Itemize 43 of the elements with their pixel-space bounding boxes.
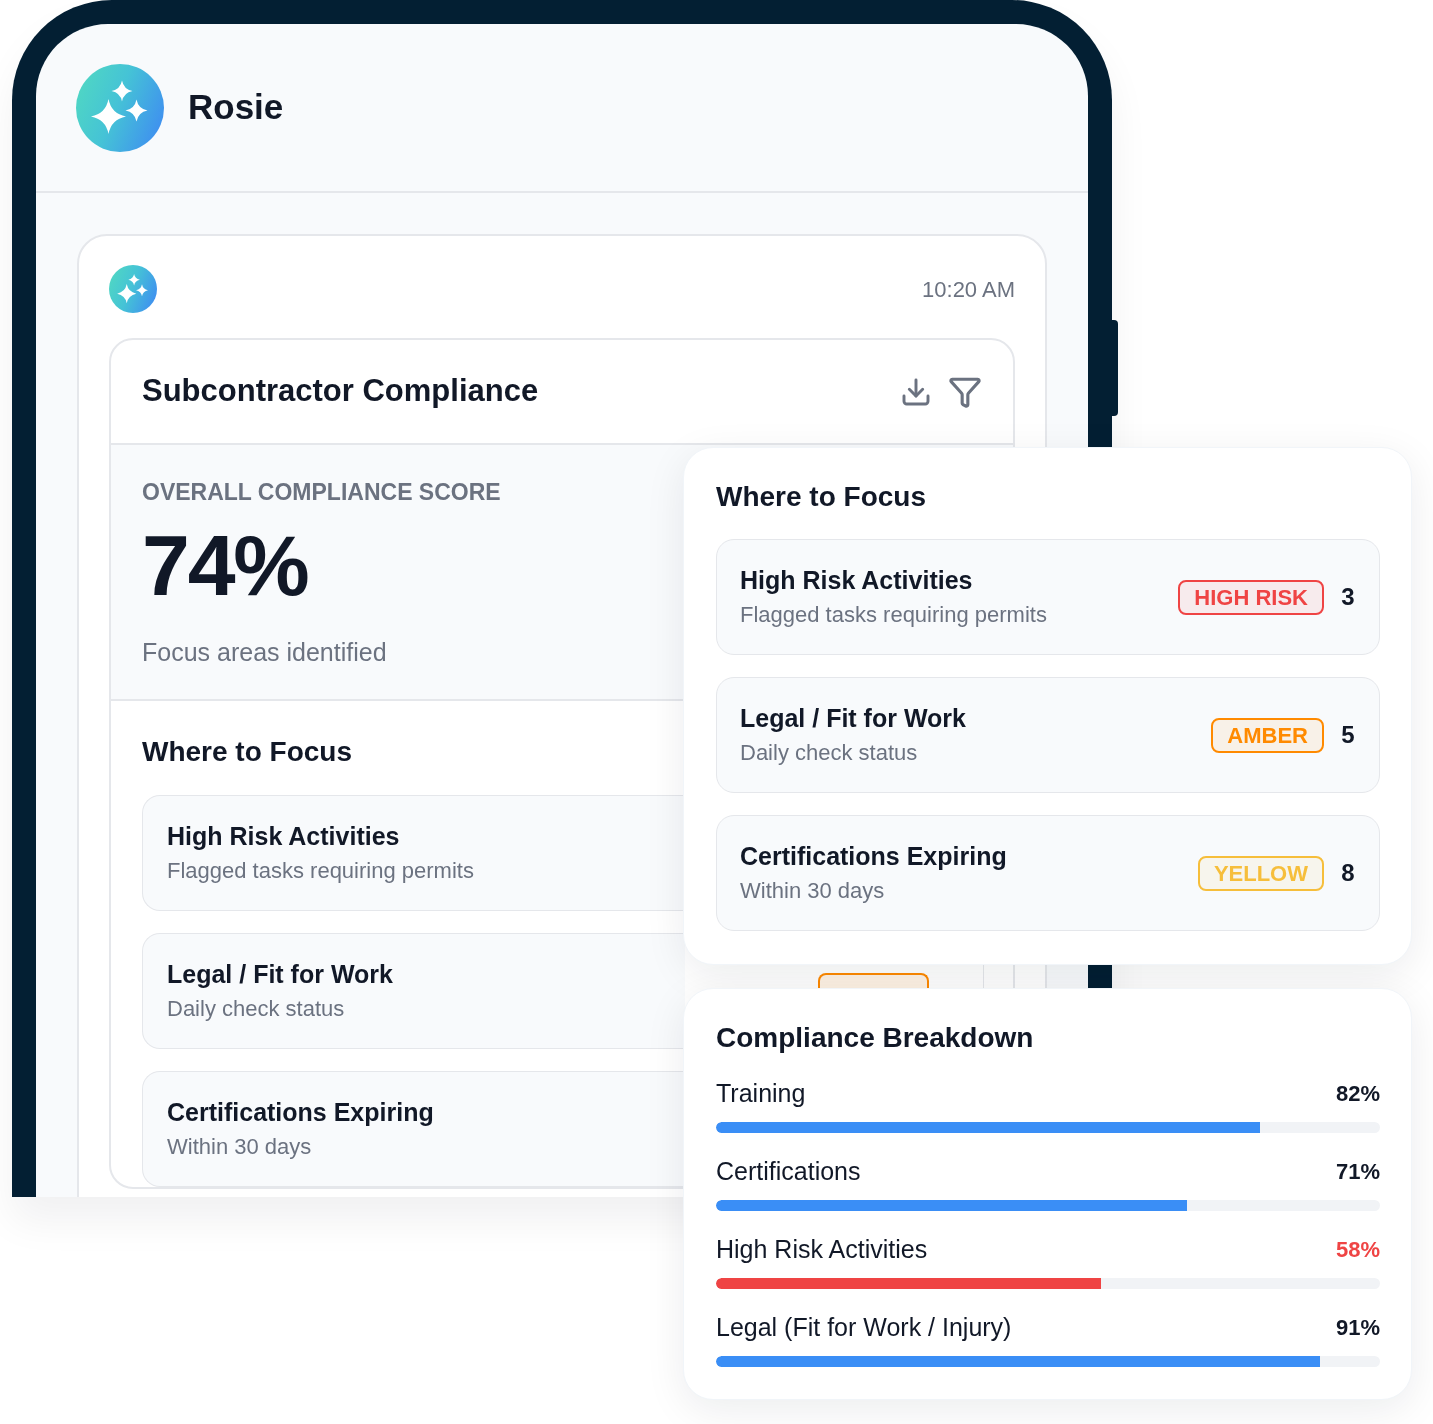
section-heading: Compliance Breakdown xyxy=(716,1021,1034,1055)
focus-item-subtitle: Flagged tasks requiring permits xyxy=(740,601,1047,629)
focus-item-subtitle: Within 30 days xyxy=(167,1133,312,1161)
focus-item-subtitle: Daily check status xyxy=(740,739,918,767)
focus-item-title: Legal / Fit for Work xyxy=(167,959,393,989)
focus-count: 8 xyxy=(1341,858,1355,888)
focus-count: 3 xyxy=(1341,582,1355,612)
breakdown-value: 71% xyxy=(1335,1157,1380,1186)
focus-item-subtitle: Within 30 days xyxy=(740,877,885,905)
status-badge: YELLOW xyxy=(1197,855,1324,891)
breakdown-value: 91% xyxy=(1335,1313,1380,1342)
focus-item-subtitle: Flagged tasks requiring permits xyxy=(167,857,474,885)
focus-item-title: High Risk Activities xyxy=(740,565,973,595)
sparkles-avatar-icon xyxy=(109,265,157,313)
section-heading: Where to Focus xyxy=(142,736,352,768)
breakdown-label: High Risk Activities xyxy=(716,1234,928,1265)
breakdown-label: Training xyxy=(716,1078,806,1109)
focus-item-card[interactable]: Certifications Expiring Within 30 days YELLOW 8 xyxy=(716,815,1380,931)
assistant-name: Rosie xyxy=(188,86,284,129)
focus-item-card[interactable]: Legal / Fit for Work Daily check status xyxy=(142,933,685,1049)
status-badge: AMBER xyxy=(1211,717,1324,753)
message-time: 10:20 AM xyxy=(922,275,1015,304)
focus-item-title: Legal / Fit for Work xyxy=(740,703,966,733)
focus-item-card[interactable]: High Risk Activities Flagged tasks requiring permits xyxy=(142,795,685,911)
score-caption: Focus areas identified xyxy=(142,637,387,667)
focus-item-card[interactable]: Legal / Fit for Work Daily check status AMBER 5 xyxy=(716,677,1380,793)
breakdown-value: 58% xyxy=(1335,1235,1380,1264)
focus-item-card[interactable]: Certifications Expiring Within 30 days xyxy=(142,1071,685,1187)
section-heading: Where to Focus xyxy=(716,480,926,514)
score-label: OVERALL COMPLIANCE SCORE xyxy=(142,478,501,506)
focus-item-title: Certifications Expiring xyxy=(740,841,1007,871)
breakdown-label: Certifications xyxy=(716,1156,861,1187)
score-value: 74% xyxy=(142,523,308,607)
focus-count: 5 xyxy=(1341,720,1355,750)
breakdown-label: Legal (Fit for Work / Injury) xyxy=(716,1312,1012,1343)
focus-item-card[interactable]: High Risk Activities Flagged tasks requiring permits HIGH RISK 3 xyxy=(716,539,1380,655)
status-badge: HIGH RISK xyxy=(1178,579,1324,615)
focus-item-title: High Risk Activities xyxy=(167,821,400,851)
card-title: Subcontractor Compliance xyxy=(142,372,539,411)
sparkles-avatar-icon xyxy=(76,63,164,152)
focus-item-title: Certifications Expiring xyxy=(167,1097,434,1127)
breakdown-value: 82% xyxy=(1335,1079,1380,1108)
focus-item-subtitle: Daily check status xyxy=(167,995,345,1023)
